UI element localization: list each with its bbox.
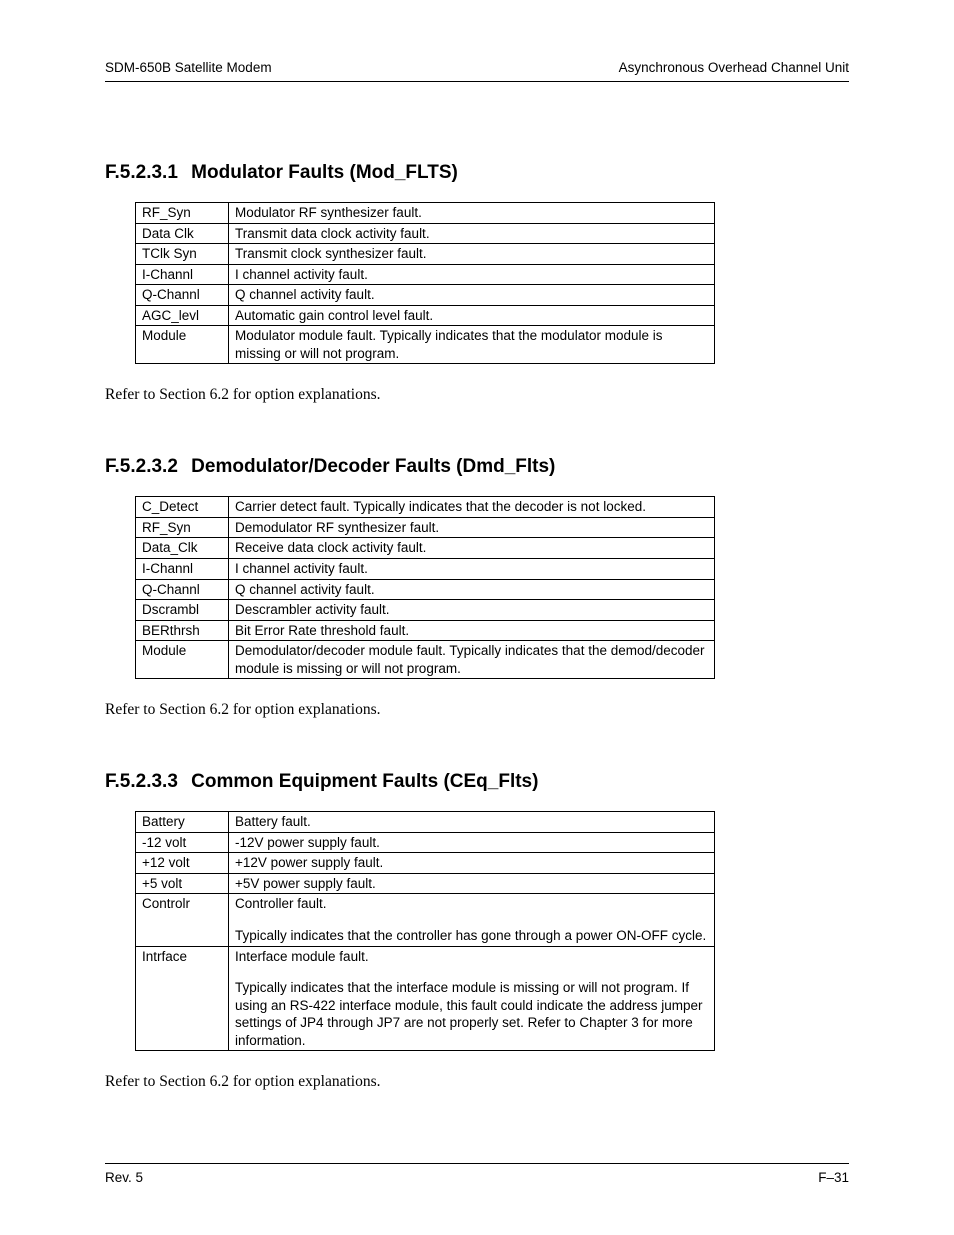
table-row: +12 volt+12V power supply fault. bbox=[136, 853, 715, 874]
section-number: F.5.2.3.3 bbox=[105, 771, 178, 793]
fault-desc-para: Typically indicates that the controller … bbox=[235, 927, 708, 945]
fault-desc: Transmit data clock activity fault. bbox=[229, 223, 715, 244]
table-row: -12 volt-12V power supply fault. bbox=[136, 832, 715, 853]
fault-table: BatteryBattery fault. -12 volt-12V power… bbox=[135, 811, 715, 1051]
fault-key: Controlr bbox=[136, 894, 229, 946]
section-heading: F.5.2.3.1 Modulator Faults (Mod_FLTS) bbox=[105, 162, 849, 184]
fault-desc: Battery fault. bbox=[229, 812, 715, 833]
section-number: F.5.2.3.1 bbox=[105, 162, 178, 184]
fault-key: I-Channl bbox=[136, 264, 229, 285]
fault-desc: Carrier detect fault. Typically indicate… bbox=[229, 497, 715, 518]
fault-desc: Demodulator RF synthesizer fault. bbox=[229, 517, 715, 538]
fault-key: TClk Syn bbox=[136, 244, 229, 265]
refer-text: Refer to Section 6.2 for option explanat… bbox=[105, 1073, 849, 1091]
fault-desc-para: Controller fault. bbox=[235, 895, 708, 913]
section-title: Demodulator/Decoder Faults (Dmd_Flts) bbox=[191, 456, 555, 477]
table-row: I-ChannlI channel activity fault. bbox=[136, 264, 715, 285]
fault-desc: Controller fault. Typically indicates th… bbox=[229, 894, 715, 946]
table-row: ModuleDemodulator/decoder module fault. … bbox=[136, 641, 715, 679]
table-row: Controlr Controller fault. Typically ind… bbox=[136, 894, 715, 946]
section-title: Modulator Faults (Mod_FLTS) bbox=[191, 162, 458, 183]
fault-key: BERthrsh bbox=[136, 620, 229, 641]
fault-key: Battery bbox=[136, 812, 229, 833]
footer-left: Rev. 5 bbox=[105, 1170, 143, 1185]
fault-desc: Transmit clock synthesizer fault. bbox=[229, 244, 715, 265]
table-row: I-ChannlI channel activity fault. bbox=[136, 559, 715, 580]
section-heading: F.5.2.3.2 Demodulator/Decoder Faults (Dm… bbox=[105, 456, 849, 478]
fault-key: C_Detect bbox=[136, 497, 229, 518]
fault-key: Dscrambl bbox=[136, 600, 229, 621]
fault-key: -12 volt bbox=[136, 832, 229, 853]
refer-text: Refer to Section 6.2 for option explanat… bbox=[105, 701, 849, 719]
fault-desc: Interface module fault. Typically indica… bbox=[229, 946, 715, 1051]
fault-key: Data Clk bbox=[136, 223, 229, 244]
table-row: C_DetectCarrier detect fault. Typically … bbox=[136, 497, 715, 518]
table-row: +5 volt+5V power supply fault. bbox=[136, 873, 715, 894]
fault-key: Q-Channl bbox=[136, 285, 229, 306]
table-row: Q-ChannlQ channel activity fault. bbox=[136, 579, 715, 600]
fault-desc: Modulator module fault. Typically indica… bbox=[229, 326, 715, 364]
fault-key: Intrface bbox=[136, 946, 229, 1051]
table-row: BatteryBattery fault. bbox=[136, 812, 715, 833]
header-rule bbox=[105, 81, 849, 82]
header-left: SDM-650B Satellite Modem bbox=[105, 60, 272, 75]
page: SDM-650B Satellite Modem Asynchronous Ov… bbox=[0, 0, 954, 1235]
table-row: Q-ChannlQ channel activity fault. bbox=[136, 285, 715, 306]
fault-desc: Descrambler activity fault. bbox=[229, 600, 715, 621]
fault-desc: Demodulator/decoder module fault. Typica… bbox=[229, 641, 715, 679]
fault-desc: +5V power supply fault. bbox=[229, 873, 715, 894]
table-row: Intrface Interface module fault. Typical… bbox=[136, 946, 715, 1051]
fault-desc: Q channel activity fault. bbox=[229, 579, 715, 600]
fault-desc-para: Typically indicates that the interface m… bbox=[235, 979, 708, 1049]
section-number: F.5.2.3.2 bbox=[105, 456, 178, 478]
fault-desc: Q channel activity fault. bbox=[229, 285, 715, 306]
fault-key: RF_Syn bbox=[136, 517, 229, 538]
fault-desc: Modulator RF synthesizer fault. bbox=[229, 203, 715, 224]
fault-key: Module bbox=[136, 326, 229, 364]
fault-key: Data_Clk bbox=[136, 538, 229, 559]
header-right: Asynchronous Overhead Channel Unit bbox=[619, 60, 849, 75]
section-title: Common Equipment Faults (CEq_Flts) bbox=[191, 771, 538, 792]
footer-rule bbox=[105, 1163, 849, 1164]
table-row: AGC_levlAutomatic gain control level fau… bbox=[136, 305, 715, 326]
table-row: RF_SynModulator RF synthesizer fault. bbox=[136, 203, 715, 224]
fault-desc: -12V power supply fault. bbox=[229, 832, 715, 853]
fault-key: AGC_levl bbox=[136, 305, 229, 326]
refer-text: Refer to Section 6.2 for option explanat… bbox=[105, 386, 849, 404]
fault-key: +5 volt bbox=[136, 873, 229, 894]
fault-key: Q-Channl bbox=[136, 579, 229, 600]
fault-desc: Bit Error Rate threshold fault. bbox=[229, 620, 715, 641]
footer-right: F–31 bbox=[818, 1170, 849, 1185]
fault-table: C_DetectCarrier detect fault. Typically … bbox=[135, 496, 715, 679]
table-row: TClk SynTransmit clock synthesizer fault… bbox=[136, 244, 715, 265]
fault-desc: I channel activity fault. bbox=[229, 559, 715, 580]
section-heading: F.5.2.3.3 Common Equipment Faults (CEq_F… bbox=[105, 771, 849, 793]
page-header: SDM-650B Satellite Modem Asynchronous Ov… bbox=[105, 60, 849, 75]
fault-key: Module bbox=[136, 641, 229, 679]
table-row: RF_SynDemodulator RF synthesizer fault. bbox=[136, 517, 715, 538]
table-row: Data_ClkReceive data clock activity faul… bbox=[136, 538, 715, 559]
table-row: DscramblDescrambler activity fault. bbox=[136, 600, 715, 621]
fault-desc-para: Interface module fault. bbox=[235, 948, 708, 966]
table-row: BERthrshBit Error Rate threshold fault. bbox=[136, 620, 715, 641]
fault-desc: +12V power supply fault. bbox=[229, 853, 715, 874]
fault-key: RF_Syn bbox=[136, 203, 229, 224]
fault-desc: I channel activity fault. bbox=[229, 264, 715, 285]
fault-desc: Receive data clock activity fault. bbox=[229, 538, 715, 559]
page-footer: Rev. 5 F–31 bbox=[105, 1163, 849, 1185]
fault-key: +12 volt bbox=[136, 853, 229, 874]
fault-desc: Automatic gain control level fault. bbox=[229, 305, 715, 326]
fault-table: RF_SynModulator RF synthesizer fault. Da… bbox=[135, 202, 715, 364]
table-row: Data ClkTransmit data clock activity fau… bbox=[136, 223, 715, 244]
table-row: ModuleModulator module fault. Typically … bbox=[136, 326, 715, 364]
fault-key: I-Channl bbox=[136, 559, 229, 580]
